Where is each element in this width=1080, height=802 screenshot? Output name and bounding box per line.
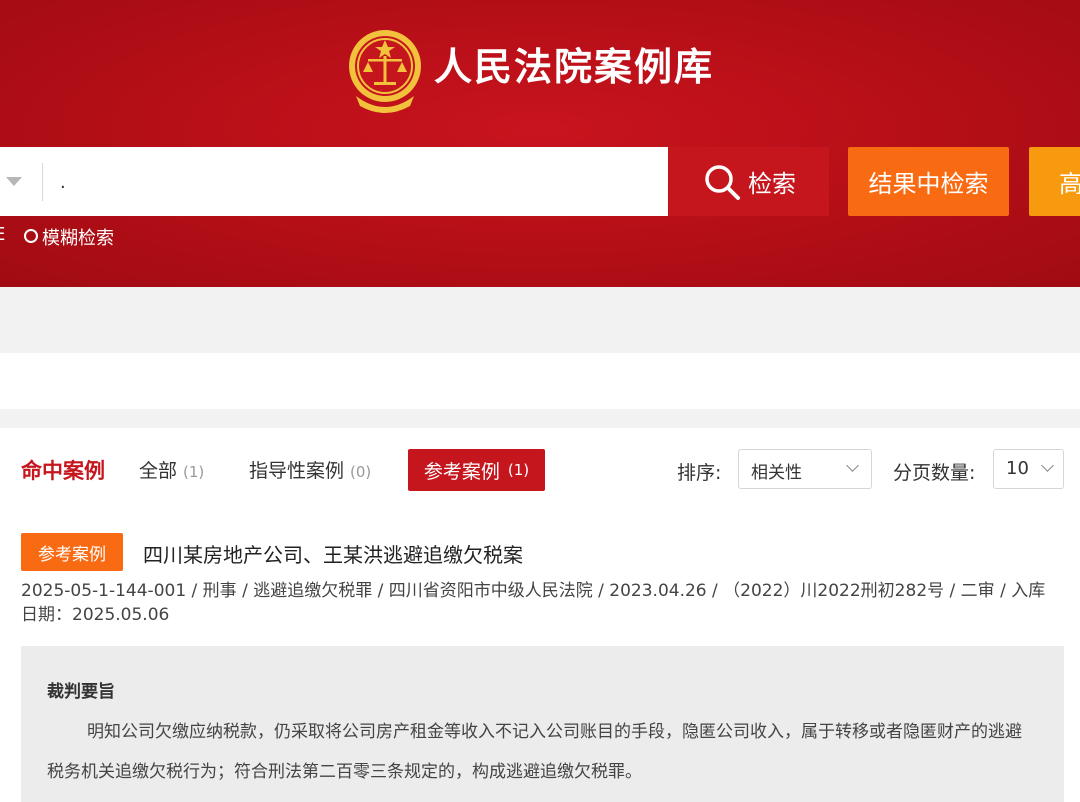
fuzzy-search-label[interactable]: 模糊检索 <box>42 224 114 250</box>
search-input[interactable] <box>50 156 670 208</box>
site-title: 人民法院案例库 <box>434 44 715 89</box>
summary-text: 明知公司欠缴应纳税款，仍采取将公司房产租金等收入不记入公司账目的手段，隐匿公司收… <box>47 722 1022 782</box>
exact-search-option[interactable]: E <box>0 224 5 245</box>
tab-reference-cases[interactable]: 参考案例 (1) <box>408 449 545 491</box>
page-size-label: 分页数量: <box>893 462 976 484</box>
search-button[interactable]: 检索 <box>669 147 829 216</box>
search-icon <box>705 164 740 200</box>
tab-count: (1) <box>183 463 205 481</box>
filter-band <box>0 287 1080 353</box>
results-heading: 命中案例 <box>21 459 105 483</box>
tab-all[interactable]: 全部 (1) <box>139 456 204 483</box>
search-button-label: 检索 <box>748 170 796 198</box>
advanced-search-button[interactable]: 高 <box>1029 147 1080 216</box>
filter-band <box>0 353 1080 409</box>
court-emblem-icon <box>349 30 421 113</box>
tab-guiding-cases[interactable]: 指导性案例 (0) <box>249 456 371 483</box>
advanced-search-label: 高 <box>1059 170 1080 198</box>
search-divider <box>42 163 43 201</box>
search-in-results-button[interactable]: 结果中检索 <box>848 147 1009 216</box>
page-size-value[interactable]: 10 <box>1006 458 1029 479</box>
tab-count: (1) <box>507 461 530 479</box>
fuzzy-search-radio[interactable] <box>24 229 38 243</box>
case-meta: 2025-05-1-144-001 / 刑事 / 逃避追缴欠税罪 / 四川省资阳… <box>21 581 1046 625</box>
chevron-down-icon[interactable] <box>6 177 22 186</box>
sort-value[interactable]: 相关性 <box>751 458 802 483</box>
tab-label: 参考案例 <box>423 460 500 483</box>
search-in-results-label: 结果中检索 <box>868 170 989 198</box>
summary-heading: 裁判要旨 <box>47 682 115 702</box>
tab-label: 指导性案例 <box>249 460 345 482</box>
separator-band <box>0 409 1080 428</box>
tab-count: (0) <box>350 463 372 481</box>
tab-label: 全部 <box>139 460 178 482</box>
sort-label: 排序: <box>677 462 722 484</box>
case-title-link[interactable]: 四川某房地产公司、王某洪逃避追缴欠税案 <box>143 539 523 568</box>
case-type-badge: 参考案例 <box>21 533 123 571</box>
